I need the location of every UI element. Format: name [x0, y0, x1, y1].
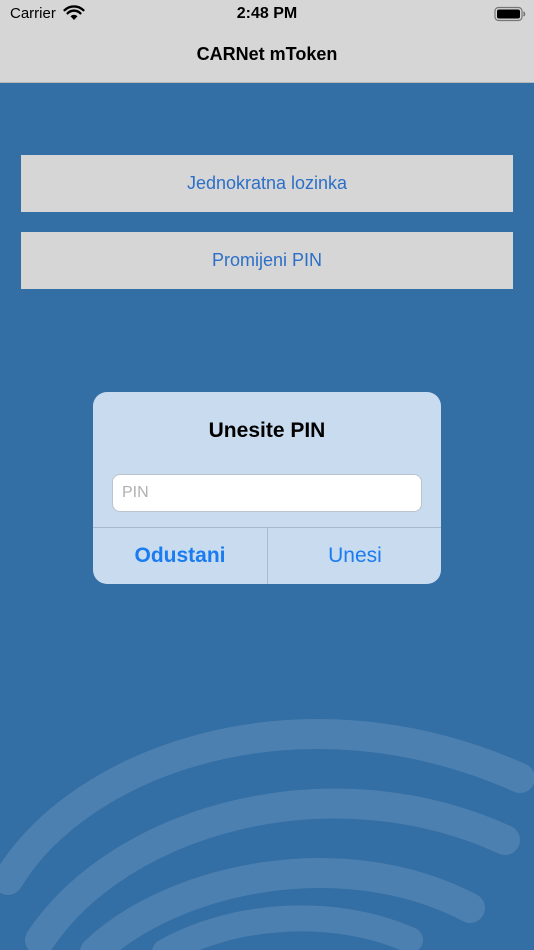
cancel-button[interactable]: Odustani	[93, 528, 267, 584]
pin-input[interactable]	[112, 474, 422, 512]
confirm-button[interactable]: Unesi	[268, 528, 441, 584]
nav-title: CARNet mToken	[196, 44, 338, 64]
one-time-password-button[interactable]: Jednokratna lozinka	[21, 155, 513, 212]
navigation-bar: CARNet mToken	[0, 28, 534, 83]
status-bar: Carrier 2:48 PM	[0, 0, 534, 28]
fingerprint-icon	[0, 719, 534, 950]
enter-pin-dialog: Unesite PIN Odustani Unesi	[93, 392, 441, 584]
status-time: 2:48 PM	[236, 5, 298, 22]
dialog-title: Unesite PIN	[208, 419, 326, 442]
change-pin-button[interactable]: Promijeni PIN	[21, 232, 513, 289]
battery-icon	[494, 6, 526, 22]
